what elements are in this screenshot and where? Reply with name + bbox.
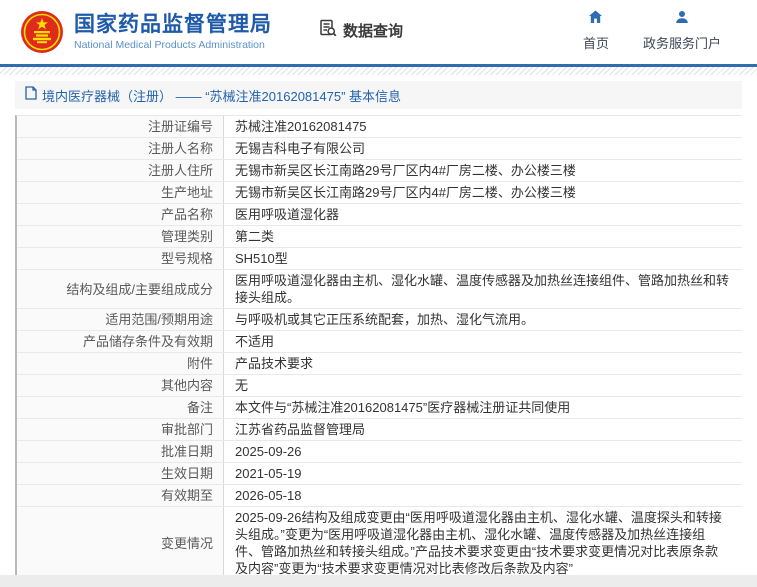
org-title-block: 国家药品监督管理局 National Medical Products Admi…: [74, 13, 272, 51]
org-name-en: National Medical Products Administration: [74, 39, 272, 51]
row-label-text: 注册证编号: [148, 118, 213, 135]
row-label: 备注: [17, 397, 224, 418]
table-row: 批准日期 2025-09-26: [17, 441, 742, 463]
table-row: 其他内容 无: [17, 375, 742, 397]
table-row: 产品储存条件及有效期 不适用: [17, 331, 742, 353]
table-row: 注册证编号 苏械注准20162081475: [17, 116, 742, 138]
national-emblem-icon: [20, 10, 64, 54]
row-label-text: 备注: [187, 399, 213, 416]
row-value: 2025-09-26结构及组成变更由“医用呼吸道湿化器由主机、湿化水罐、温度探头…: [224, 507, 742, 579]
row-label-text: 注册人名称: [148, 140, 213, 157]
row-label: 注册证编号: [17, 116, 224, 137]
row-value: 无: [224, 375, 742, 396]
row-label: 生效日期: [17, 463, 224, 484]
row-value: 无锡市新吴区长江南路29号厂区内4#厂房二楼、办公楼三楼: [224, 160, 742, 181]
home-icon: [588, 10, 603, 29]
row-label-text: 注册人住所: [148, 162, 213, 179]
row-value: SH510型: [224, 248, 742, 269]
breadcrumb: 境内医疗器械（注册） —— “苏械注准20162081475” 基本信息: [15, 81, 742, 109]
nav-portal[interactable]: 政务服务门户: [643, 10, 721, 52]
row-label-text: 生效日期: [161, 465, 213, 482]
row-label-text: 审批部门: [161, 421, 213, 438]
row-value: 医用呼吸道湿化器: [224, 204, 742, 225]
page-doc-icon: [25, 86, 37, 105]
footer-strip: [0, 575, 757, 587]
table-row: 产品名称 医用呼吸道湿化器: [17, 204, 742, 226]
table-row: 型号规格 SH510型: [17, 248, 742, 270]
row-label-text: 生产地址: [161, 184, 213, 201]
table-row: 结构及组成/主要组成成分 医用呼吸道湿化器由主机、湿化水罐、温度传感器及加热丝连…: [17, 270, 742, 309]
breadcrumb-text: 境内医疗器械（注册） —— “苏械注准20162081475” 基本信息: [42, 86, 401, 105]
row-label: 变更情况: [17, 507, 224, 579]
nav-home[interactable]: 首页: [583, 10, 609, 52]
row-label-text: 型号规格: [161, 250, 213, 267]
row-label: 附件: [17, 353, 224, 374]
row-value: 本文件与“苏械注准20162081475”医疗器械注册证共同使用: [224, 397, 742, 418]
row-value: 不适用: [224, 331, 742, 352]
row-label: 注册人名称: [17, 138, 224, 159]
table-row: 生效日期 2021-05-19: [17, 463, 742, 485]
org-name-cn: 国家药品监督管理局: [74, 13, 272, 37]
row-label: 审批部门: [17, 419, 224, 440]
data-query-label: 数据查询: [343, 20, 403, 41]
data-query-nav[interactable]: 数据查询: [318, 18, 403, 43]
row-label-text: 结构及组成/主要组成成分: [66, 281, 213, 298]
hatch-decoration: [0, 67, 757, 75]
row-label: 生产地址: [17, 182, 224, 203]
row-label-text: 变更情况: [161, 535, 213, 552]
row-value: 无锡市新吴区长江南路29号厂区内4#厂房二楼、办公楼三楼: [224, 182, 742, 203]
row-label: 有效期至: [17, 485, 224, 506]
row-label: 注册人住所: [17, 160, 224, 181]
row-value: 与呼吸机或其它正压系统配套，加热、湿化气流用。: [224, 309, 742, 330]
table-row: 适用范围/预期用途 与呼吸机或其它正压系统配套，加热、湿化气流用。: [17, 309, 742, 331]
top-nav: 首页 政务服务门户: [583, 10, 721, 52]
row-label-text: 适用范围/预期用途: [105, 311, 213, 328]
info-table-body: 注册证编号 苏械注准20162081475 注册人名称 无锡吉科电子有限公司: [17, 116, 742, 587]
row-label: 型号规格: [17, 248, 224, 269]
table-row: 管理类别 第二类: [17, 226, 742, 248]
page-header: 国家药品监督管理局 National Medical Products Admi…: [0, 0, 757, 64]
table-row: 审批部门 江苏省药品监督管理局: [17, 419, 742, 441]
row-label-text: 其他内容: [161, 377, 213, 394]
table-row: 备注 本文件与“苏械注准20162081475”医疗器械注册证共同使用: [17, 397, 742, 419]
row-value: 2026-05-18: [224, 485, 742, 506]
row-label-text: 产品名称: [161, 206, 213, 223]
row-label-text: 有效期至: [161, 487, 213, 504]
row-label: 产品储存条件及有效期: [17, 331, 224, 352]
row-label-text: 批准日期: [161, 443, 213, 460]
row-value: 2021-05-19: [224, 463, 742, 484]
row-label-text: 管理类别: [161, 228, 213, 245]
table-row: 有效期至 2026-05-18: [17, 485, 742, 507]
nav-portal-label: 政务服务门户: [643, 33, 721, 52]
table-row: 注册人名称 无锡吉科电子有限公司: [17, 138, 742, 160]
row-value: 无锡吉科电子有限公司: [224, 138, 742, 159]
table-row: 变更情况 2025-09-26结构及组成变更由“医用呼吸道湿化器由主机、湿化水罐…: [17, 507, 742, 580]
info-table: 注册证编号 苏械注准20162081475 注册人名称 无锡吉科电子有限公司: [15, 115, 742, 587]
table-row: 附件 产品技术要求: [17, 353, 742, 375]
row-label: 其他内容: [17, 375, 224, 396]
row-label-text: 产品储存条件及有效期: [83, 333, 213, 350]
nav-home-label: 首页: [583, 33, 609, 52]
row-label-text: 附件: [187, 355, 213, 372]
row-value: 医用呼吸道湿化器由主机、湿化水罐、温度传感器及加热丝连接组件、管路加热丝和转接头…: [224, 270, 742, 308]
row-label: 适用范围/预期用途: [17, 309, 224, 330]
row-value: 产品技术要求: [224, 353, 742, 374]
row-value: 第二类: [224, 226, 742, 247]
document-search-icon: [318, 18, 338, 43]
row-label: 结构及组成/主要组成成分: [17, 270, 224, 308]
row-value: 2025-09-26: [224, 441, 742, 462]
row-value: 江苏省药品监督管理局: [224, 419, 742, 440]
table-row: 注册人住所 无锡市新吴区长江南路29号厂区内4#厂房二楼、办公楼三楼: [17, 160, 742, 182]
row-label: 管理类别: [17, 226, 224, 247]
row-label: 批准日期: [17, 441, 224, 462]
table-row: 生产地址 无锡市新吴区长江南路29号厂区内4#厂房二楼、办公楼三楼: [17, 182, 742, 204]
user-icon: [675, 10, 689, 29]
row-value: 苏械注准20162081475: [224, 116, 742, 137]
row-label: 产品名称: [17, 204, 224, 225]
